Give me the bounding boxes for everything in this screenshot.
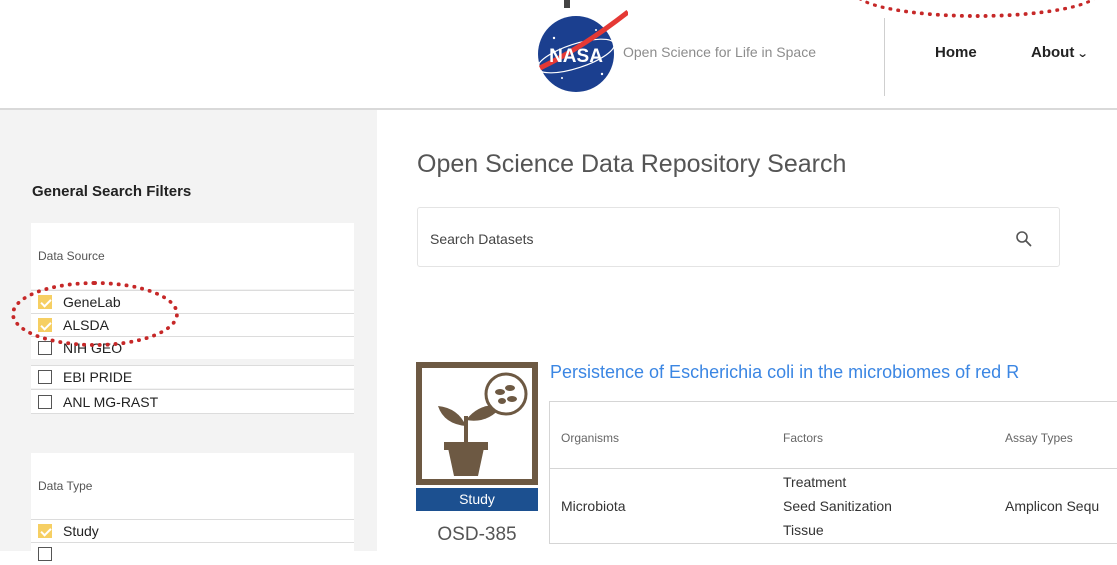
search-bar [417,207,1060,267]
filter-option-partial[interactable] [31,542,354,565]
search-icon[interactable] [1015,230,1033,248]
annotation-circle-top [853,0,1101,18]
data-source-panel: Data Source [31,223,354,289]
logo-pin-marker [564,0,570,8]
table-divider [550,468,1117,469]
filter-option-study[interactable]: Study [31,519,354,542]
option-label: ANL MG-RAST [63,393,159,410]
column-header-organisms: Organisms [561,431,620,445]
checkbox[interactable] [38,341,52,355]
filter-option-ebi-pride[interactable]: EBI PRIDE [31,365,354,388]
nasa-logo[interactable]: NASA [532,8,630,92]
column-header-assay-types: Assay Types [1005,431,1073,445]
option-label: Study [63,523,99,539]
study-type-badge: Study [416,488,538,511]
nav-about-menu[interactable]: About ⌄ [1031,44,1089,61]
study-id[interactable]: OSD-385 [416,524,538,546]
nav-home-link[interactable]: Home [935,44,977,61]
cell-assay-types: Amplicon Sequ [1005,498,1100,514]
result-title-link[interactable]: Persistence of Escherichia coli in the m… [550,362,1019,383]
checkbox[interactable] [38,394,52,409]
result-summary-table: Organisms Factors Assay Types Microbiota… [549,401,1117,544]
option-label: EBI PRIDE [63,369,133,385]
search-input[interactable] [428,226,992,252]
data-type-title: Data Type [38,479,93,493]
cell-organisms: Microbiota [561,498,626,514]
study-thumbnail[interactable] [416,362,538,485]
checkbox[interactable] [38,524,52,538]
checkbox[interactable] [38,370,52,384]
plant-microscope-icon [438,372,528,476]
logo-text: NASA [549,46,603,67]
site-header: NASA Open Science for Life in Space Home… [0,0,1117,110]
checkbox[interactable] [38,547,52,561]
cell-factor: Treatment [783,474,847,490]
cell-factor: Seed Sanitization [783,498,892,514]
cell-factor: Tissue [783,522,824,538]
column-header-factors: Factors [783,431,824,445]
nav-about-label: About [1031,44,1075,61]
header-divider [884,18,885,96]
page-title: Open Science Data Repository Search [417,150,847,178]
annotation-circle-data-source [11,281,179,347]
site-tagline: Open Science for Life in Space [623,44,817,60]
filter-option-anl-mg-rast[interactable]: ANL MG-RAST [31,389,354,414]
filters-heading: General Search Filters [32,183,192,200]
chevron-down-icon: ⌄ [1076,48,1089,60]
data-source-title: Data Source [38,249,105,263]
data-type-panel: Data Type [31,453,354,519]
